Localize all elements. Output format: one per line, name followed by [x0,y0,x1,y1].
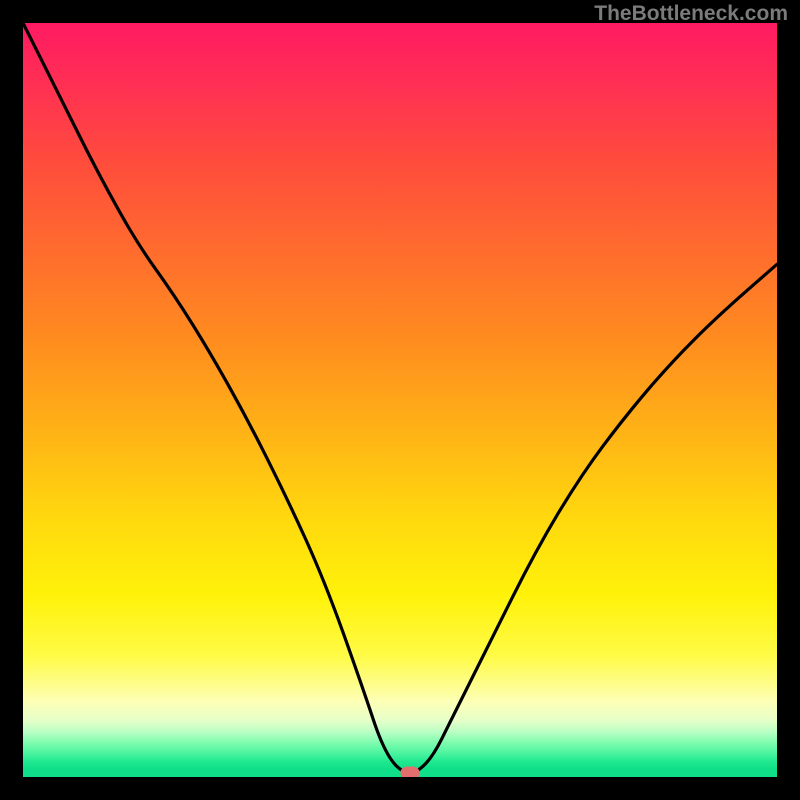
chart-frame: TheBottleneck.com [0,0,800,800]
bottleneck-curve [23,23,777,777]
plot-area [23,23,777,777]
watermark-text: TheBottleneck.com [594,2,788,26]
optimal-point-marker [400,767,419,777]
curve-path [23,23,777,772]
